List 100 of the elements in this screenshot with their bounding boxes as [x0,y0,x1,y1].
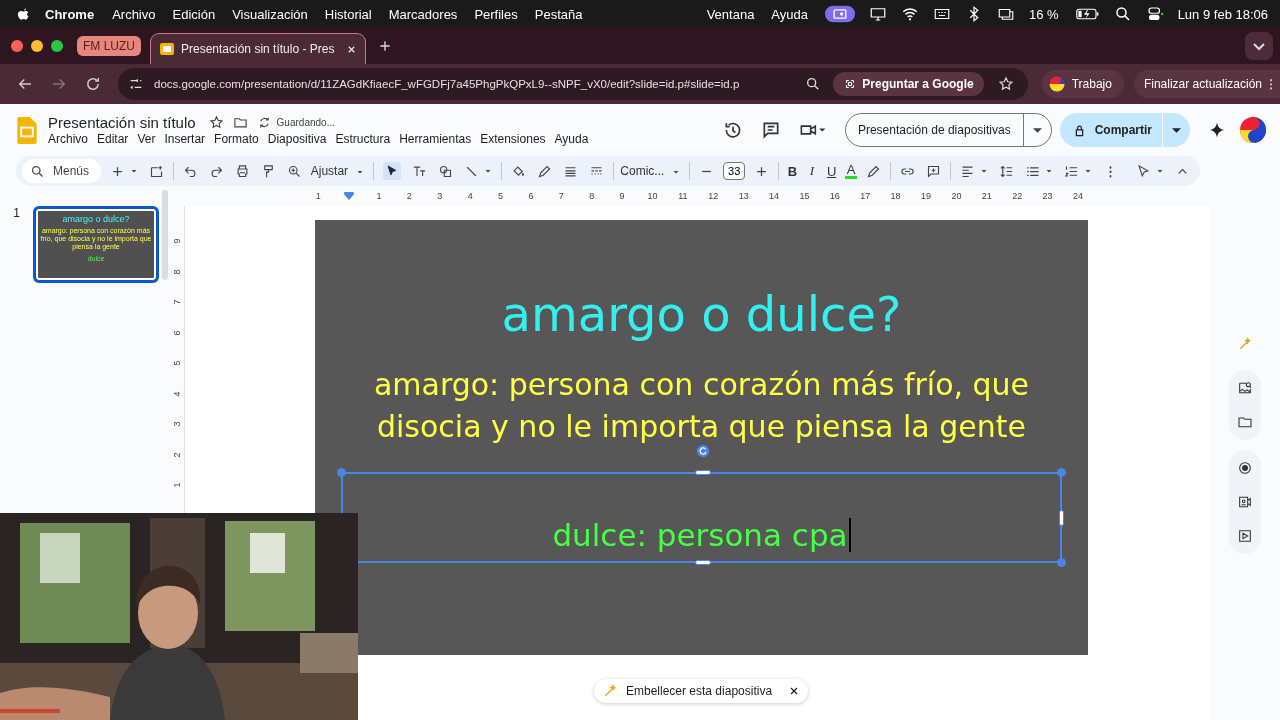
select-icon[interactable] [382,162,401,180]
clock[interactable]: Lun 9 feb 18:06 [1177,6,1268,22]
menu-item[interactable]: Archivo [48,132,88,146]
address-bar[interactable]: docs.google.com/presentation/d/11ZAGdKfiaecF_wFGDFj7a45PhgPkQPxL9--sNPF_vX0/edit?slide=id.p#slide=id.p Preguntar a Google [118,68,1028,100]
menu-item[interactable]: Archivo [112,6,156,22]
menu-item[interactable]: Ayuda [554,132,589,146]
menu-item[interactable]: Diapositiva [267,132,327,146]
profile-button[interactable]: Trabajo [1041,70,1124,98]
italic-button[interactable]: I [805,163,819,179]
bold-button[interactable]: B [786,163,799,179]
ruler-number: 4 [172,391,182,397]
update-button[interactable]: Finalizar actualización [1133,70,1280,98]
slide[interactable]: amargo o dulce? amargo: persona con corazón más frío, que disocia y no le importa que piensa la gente dulce: persona cpa [315,220,1088,655]
sparkle-icon[interactable] [1208,121,1226,139]
apple-icon[interactable] [16,6,31,22]
print-icon[interactable] [234,163,250,179]
ruler-number: 9 [618,191,626,201]
menu-item[interactable]: Edición [172,6,216,22]
font-size-field[interactable]: 33 [723,162,746,180]
text-color-button[interactable]: A [844,163,858,179]
screen-share-icon[interactable] [825,5,855,23]
slide-body-text[interactable]: amargo: persona con corazón más frío, que disocia y no le importa que piensa la gente [341,364,1062,448]
avatar[interactable] [1240,117,1266,143]
menu-item[interactable]: Ver [137,132,156,146]
scrollbar-thumb[interactable] [162,190,168,280]
control-center-icon[interactable] [1145,5,1164,23]
font-dropdown[interactable]: Comic... [620,164,683,178]
new-tab-icon[interactable] [377,38,393,54]
menu-item[interactable]: Pestaña [534,6,583,22]
pointer-icon[interactable] [1135,163,1151,179]
play-slide-icon[interactable] [1237,528,1253,544]
zoom-dropdown[interactable]: Ajustar [310,164,367,178]
ask-google-button[interactable]: Preguntar a Google [833,72,984,96]
indent-marker[interactable] [343,192,354,200]
ruler-number: 2 [172,452,182,458]
bookmark-star-icon[interactable] [997,76,1014,92]
search-icon[interactable] [1113,5,1132,23]
beautify-link[interactable]: Embellecer esta diapositiva [626,684,773,698]
menu-item[interactable]: Editar [97,132,129,146]
ruler-number: 1 [314,191,322,201]
ruler-number: 4 [466,191,474,201]
record-icon[interactable] [1237,460,1253,476]
save-status: Guardando... [276,117,335,128]
menu-item[interactable]: Perfiles [474,6,518,22]
site-settings-icon[interactable] [128,76,144,92]
resize-handle[interactable] [1059,510,1064,526]
app-menu[interactable]: Chrome [45,6,95,22]
ruler-number: 12 [707,191,720,201]
menu-item[interactable]: Historial [324,6,372,22]
ruler-number: 13 [737,191,750,201]
document-title[interactable]: Presentación sin título [48,114,196,131]
highlight-pen-icon[interactable] [866,163,882,179]
tab-search-button[interactable] [1245,32,1273,60]
menu-item[interactable]: Herramientas [399,132,472,146]
pen-icon[interactable] [536,163,552,179]
minimize-window-button[interactable] [31,40,43,52]
menu-item[interactable]: Estructura [335,132,391,146]
resize-handle[interactable] [1057,558,1066,567]
menu-item[interactable]: Formato [214,132,259,146]
menu-item[interactable]: Ventana [706,6,755,22]
browser-tab[interactable]: Presentación sin título - Pres [151,34,365,64]
underline-button[interactable]: U [825,163,838,179]
wifi-icon[interactable] [901,5,919,23]
zoom-window-button[interactable] [51,40,63,52]
display-icon[interactable] [869,5,887,23]
star-icon[interactable] [208,115,224,130]
tab-group-label[interactable]: FM LUZU [77,36,141,56]
resize-handle[interactable] [337,468,346,477]
menu-item[interactable]: Extensiones [480,132,546,146]
resize-handle[interactable] [1057,468,1066,477]
search-menus-field[interactable]: Menús [22,159,102,183]
rotate-handle[interactable] [696,444,710,458]
slide-title[interactable]: amargo o dulce? [501,286,902,342]
resize-handle[interactable] [695,470,711,475]
shape-icon[interactable] [437,163,453,179]
video-card-icon[interactable] [1237,494,1253,510]
ruler-number: 5 [172,360,182,366]
close-window-button[interactable] [11,40,23,52]
text-box-text[interactable]: dulce: persona cpa [552,516,848,553]
add-comment-icon[interactable] [926,163,942,179]
menu-item[interactable]: Visualización [232,6,308,22]
text-box-icon[interactable] [411,163,427,179]
move-folder-icon[interactable] [232,115,248,130]
magic-wand-icon [602,683,618,699]
ruler-number: 9 [172,238,182,244]
battery-percent: 16 % [1029,6,1059,22]
new-slide-icon[interactable] [149,163,165,179]
ruler-number: 3 [436,191,444,201]
ruler-number: 10 [646,191,659,201]
zoom-icon[interactable] [286,163,302,179]
share-button[interactable]: Compartir [1059,113,1190,147]
reload-icon[interactable] [84,75,102,93]
menu-item[interactable]: Ayuda [771,6,808,22]
resize-handle[interactable] [695,560,711,565]
menu-item[interactable]: Marcadores [388,6,458,22]
folder-icon[interactable] [1237,414,1253,430]
menu-item[interactable]: Insertar [164,132,206,146]
image-search-icon[interactable] [1237,380,1253,396]
line-spacing-icon[interactable] [998,163,1014,179]
caret-icon [1032,127,1042,133]
